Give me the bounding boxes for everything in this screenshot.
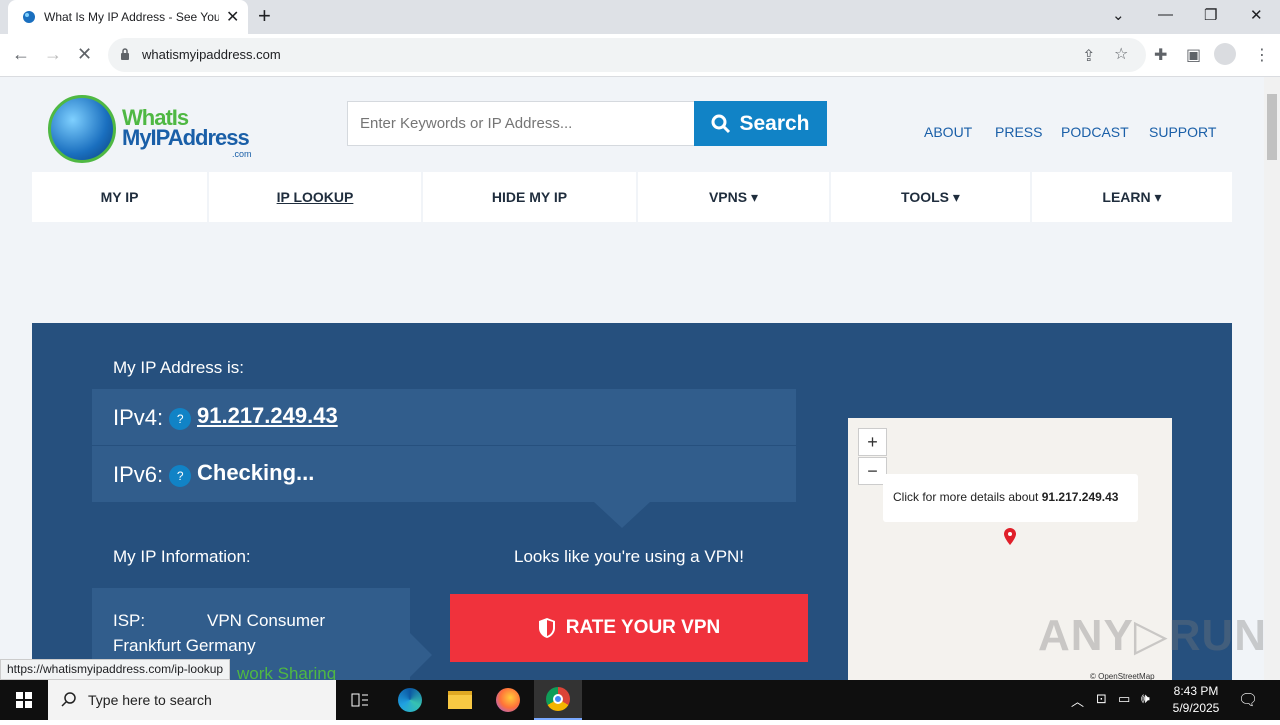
zoom-in-button[interactable]: +: [858, 428, 887, 456]
file-explorer-icon[interactable]: [436, 680, 484, 720]
windows-taskbar: Type here to search ︿ ⊡ ▭ 🕪 8:43 PM 5/9/…: [0, 680, 1280, 720]
site-logo[interactable]: WhatIs MyIPAddress .com: [48, 95, 258, 165]
partial-info-value: work Sharing: [237, 664, 337, 680]
isp-value: VPN Consumer: [207, 611, 326, 630]
tray-device-icon[interactable]: ⊡: [1096, 691, 1107, 707]
globe-icon: [48, 95, 116, 163]
isp-label: ISP:: [113, 611, 146, 630]
popup-ip: 91.217.249.43: [1041, 490, 1119, 504]
nav-item-tools[interactable]: TOOLS ▾: [831, 172, 1030, 222]
help-icon[interactable]: ?: [169, 408, 192, 431]
ipv6-label: IPv6: ?: [113, 462, 192, 488]
url-text: whatismyipaddress.com: [142, 47, 281, 62]
firefox-icon[interactable]: [484, 680, 532, 720]
support-link[interactable]: SUPPORT: [1149, 124, 1216, 140]
search-button-label: Search: [739, 111, 810, 135]
extensions-icon[interactable]: ✚: [1154, 45, 1167, 65]
map-attribution[interactable]: © OpenStreetMap: [1090, 672, 1155, 680]
rate-button-label: RATE YOUR VPN: [565, 617, 721, 638]
page-scrollbar[interactable]: [1264, 77, 1280, 680]
restore-button[interactable]: ❐: [1204, 6, 1217, 24]
main-nav: MY IP IP LOOKUP HIDE MY IP VPNS ▾ TOOLS …: [32, 172, 1232, 222]
ipv4-value[interactable]: 91.217.249.43: [197, 403, 338, 429]
ipv4-row: IPv4: ? 91.217.249.43: [92, 389, 796, 445]
popup-text: Click for more details about: [893, 490, 1042, 504]
search-input[interactable]: [347, 101, 695, 146]
browser-toolbar: ← → ✕ whatismyipaddress.com ⇪ ☆ ✚ ▣ ⋮: [0, 34, 1280, 77]
shield-icon: [538, 618, 555, 638]
lock-icon[interactable]: [120, 48, 130, 61]
taskbar-search[interactable]: Type here to search: [48, 680, 336, 720]
ipv6-row: IPv6: ? Checking...: [92, 446, 796, 502]
volume-icon[interactable]: 🕪: [1141, 690, 1150, 707]
press-link[interactable]: PRESS: [995, 124, 1042, 140]
search-icon: [711, 114, 731, 133]
location-value: Frankfurt Germany: [113, 636, 256, 655]
vpn-notice: Looks like you're using a VPN!: [514, 547, 745, 566]
site-favicon-icon: [23, 11, 35, 23]
podcast-link[interactable]: PODCAST: [1061, 124, 1129, 140]
map-popup[interactable]: Click for more details about 91.217.249.…: [883, 474, 1138, 522]
notifications-icon[interactable]: 🗨: [1238, 690, 1258, 710]
nav-item-my-ip[interactable]: MY IP: [32, 172, 207, 222]
ipv4-label: IPv4: ?: [113, 405, 192, 431]
nav-item-learn[interactable]: LEARN ▾: [1032, 172, 1232, 222]
about-link[interactable]: ABOUT: [924, 124, 972, 140]
stop-loading-button[interactable]: ✕: [77, 44, 92, 65]
web-page: WhatIs MyIPAddress .com Search ABOUT PRE…: [0, 77, 1264, 680]
taskbar-clock[interactable]: 8:43 PM 5/9/2025: [1168, 683, 1224, 717]
minimize-button[interactable]: —: [1158, 6, 1173, 23]
new-tab-button[interactable]: +: [258, 4, 271, 28]
edge-browser-icon[interactable]: [386, 680, 434, 720]
ip-box-pointer: [594, 502, 650, 528]
address-bar[interactable]: whatismyipaddress.com ⇪ ☆: [108, 38, 1146, 72]
chrome-icon[interactable]: [534, 680, 582, 720]
task-view-icon[interactable]: [336, 680, 384, 720]
search-button[interactable]: Search: [694, 101, 827, 146]
tab-search-icon[interactable]: ⌄: [1112, 6, 1125, 24]
nav-item-ip-lookup[interactable]: IP LOOKUP: [209, 172, 421, 222]
browser-tab[interactable]: What Is My IP Address - See You ✕: [8, 0, 248, 34]
info-heading: My IP Information:: [113, 547, 251, 566]
clock-date: 5/9/2025: [1172, 701, 1220, 715]
anyrun-watermark: ANY▷RUN: [1038, 611, 1264, 660]
windows-logo-icon: [16, 692, 32, 708]
share-icon[interactable]: ⇪: [1082, 46, 1095, 66]
taskbar-search-placeholder: Type here to search: [88, 692, 212, 708]
close-window-button[interactable]: ✕: [1250, 6, 1263, 24]
side-panel-icon[interactable]: ▣: [1186, 45, 1201, 65]
logo-line2: MyIPAddress: [122, 125, 250, 150]
rate-your-vpn-button[interactable]: RATE YOUR VPN: [450, 594, 808, 662]
ipv6-value: Checking...: [197, 460, 315, 485]
tab-title: What Is My IP Address - See You: [44, 10, 219, 24]
status-bar-url: https://whatismyipaddress.com/ip-lookup: [0, 659, 231, 680]
map-pin-icon[interactable]: [1003, 528, 1017, 546]
tab-close-icon[interactable]: ✕: [226, 7, 239, 27]
start-button[interactable]: [0, 680, 48, 720]
tab-strip: What Is My IP Address - See You ✕ + ⌄ — …: [0, 0, 1280, 34]
scrollbar-thumb[interactable]: [1267, 94, 1277, 160]
profile-avatar-icon[interactable]: [1214, 43, 1236, 65]
clock-time: 8:43 PM: [1173, 684, 1219, 698]
ip-heading: My IP Address is:: [113, 358, 245, 377]
back-button[interactable]: ←: [12, 44, 30, 65]
menu-kebab-icon[interactable]: ⋮: [1254, 45, 1270, 65]
tray-chevron-icon[interactable]: ︿: [1071, 691, 1084, 710]
nav-item-hide-my-ip[interactable]: HIDE MY IP: [423, 172, 636, 222]
bookmark-star-icon[interactable]: ☆: [1114, 44, 1128, 64]
forward-button[interactable]: →: [44, 44, 62, 65]
help-icon[interactable]: ?: [169, 465, 192, 488]
search-icon: [61, 692, 76, 707]
logo-line3: .com: [232, 149, 252, 159]
nav-item-vpns[interactable]: VPNS ▾: [638, 172, 829, 222]
network-icon[interactable]: ▭: [1118, 691, 1130, 707]
info-box-arrow: [410, 633, 432, 677]
